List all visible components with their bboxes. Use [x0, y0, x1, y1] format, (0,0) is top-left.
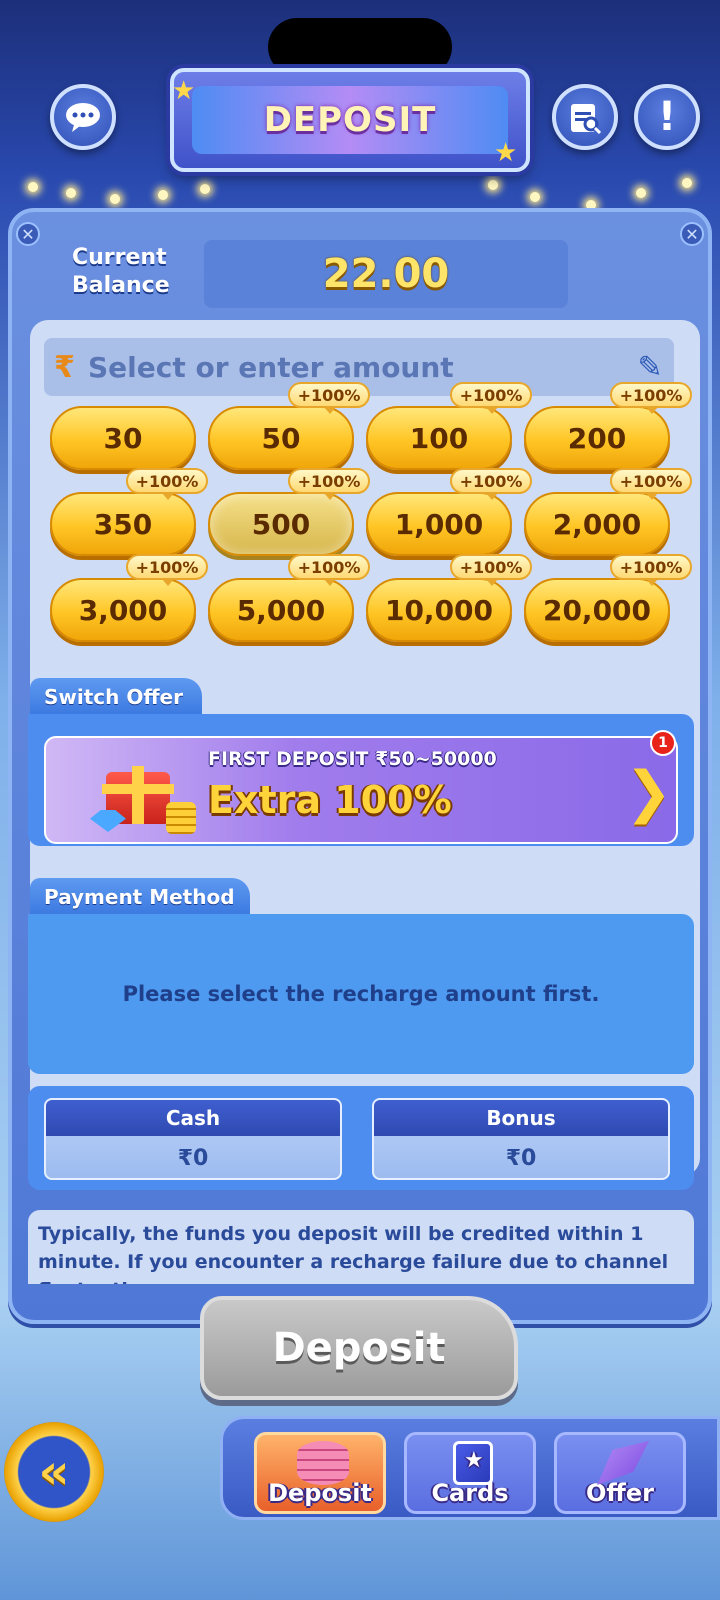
- cards-icon: [453, 1441, 493, 1485]
- offer-title: FIRST DEPOSIT ₹50~50000: [208, 748, 497, 770]
- amount-button-1000[interactable]: 1,000: [366, 492, 512, 556]
- rupee-icon: ₹: [54, 349, 75, 385]
- cash-value: ₹0: [177, 1145, 209, 1171]
- balance-value: 22.00: [322, 251, 450, 297]
- notification-badge: 1: [650, 730, 676, 756]
- bonus-card: Bonus ₹0: [372, 1098, 670, 1180]
- close-corner-icon: ✕: [680, 222, 704, 246]
- amount-button-10000[interactable]: 10,000: [366, 578, 512, 642]
- first-deposit-offer-card[interactable]: FIRST DEPOSIT ₹50~50000 Extra 100% ❯: [44, 736, 678, 844]
- double-chevron-left-icon[interactable]: «: [4, 1422, 104, 1522]
- payment-method-tab: Payment Method: [30, 878, 250, 916]
- amount-button-100[interactable]: 100: [366, 406, 512, 470]
- title-banner: DEPOSIT: [170, 68, 530, 172]
- gift-box-icon: [86, 754, 196, 834]
- payment-method-section: Please select the recharge amount first.: [28, 914, 694, 1074]
- close-corner-icon: ✕: [16, 222, 40, 246]
- tab-offer[interactable]: Offer: [554, 1432, 686, 1514]
- amount-button-20000[interactable]: 20,000: [524, 578, 670, 642]
- bonus-tag: +100%: [450, 382, 532, 414]
- bonus-tag: +100%: [126, 468, 208, 500]
- balance-display: 22.00: [204, 240, 568, 308]
- bonus-label: Bonus: [374, 1100, 668, 1136]
- balance-label: Current Balance: [72, 245, 170, 298]
- bonus-tag: +100%: [450, 554, 532, 586]
- star-icon: ★: [494, 138, 518, 168]
- bonus-tag: +100%: [288, 554, 370, 586]
- cash-label: Cash: [46, 1100, 340, 1136]
- star-icon: ★: [172, 76, 196, 106]
- amount-input[interactable]: [88, 350, 626, 384]
- tab-cards[interactable]: Cards: [404, 1432, 536, 1514]
- chevron-right-icon[interactable]: ❯: [625, 760, 672, 825]
- bonus-tag: +100%: [610, 468, 692, 500]
- payment-hint: Please select the recharge amount first.: [122, 982, 600, 1006]
- amount-button-3000[interactable]: 3,000: [50, 578, 196, 642]
- amount-button-5000[interactable]: 5,000: [208, 578, 354, 642]
- bonus-tag: +100%: [288, 382, 370, 414]
- bonus-value: ₹0: [505, 1145, 537, 1171]
- records-icon[interactable]: [552, 84, 618, 150]
- switch-offer-tab: Switch Offer: [30, 678, 202, 716]
- cash-card: Cash ₹0: [44, 1098, 342, 1180]
- chips-icon: [297, 1441, 349, 1485]
- bonus-tag: +100%: [610, 554, 692, 586]
- tab-deposit[interactable]: Deposit: [254, 1432, 386, 1514]
- page-title: DEPOSIT: [263, 100, 437, 140]
- amount-button-200[interactable]: 200: [524, 406, 670, 470]
- offer-headline: Extra 100%: [208, 778, 452, 822]
- amount-button-350[interactable]: 350: [50, 492, 196, 556]
- bonus-tag: +100%: [610, 382, 692, 414]
- notice-text: Typically, the funds you deposit will be…: [38, 1223, 669, 1284]
- amount-button-500[interactable]: 500: [208, 492, 354, 556]
- bonus-tag: +100%: [288, 468, 370, 500]
- bonus-tag: +100%: [126, 554, 208, 586]
- deposit-button[interactable]: Deposit: [200, 1296, 518, 1400]
- amount-button-30[interactable]: 30: [50, 406, 196, 470]
- amount-button-50[interactable]: 50: [208, 406, 354, 470]
- deposit-notice: Typically, the funds you deposit will be…: [28, 1210, 694, 1284]
- pencil-icon[interactable]: ✎: [626, 350, 674, 385]
- chat-support-icon[interactable]: [50, 84, 116, 150]
- tab-offer-label: Offer: [586, 1479, 654, 1507]
- bonus-tag: +100%: [450, 468, 532, 500]
- exclamation-icon[interactable]: !: [634, 84, 700, 150]
- amount-button-2000[interactable]: 2,000: [524, 492, 670, 556]
